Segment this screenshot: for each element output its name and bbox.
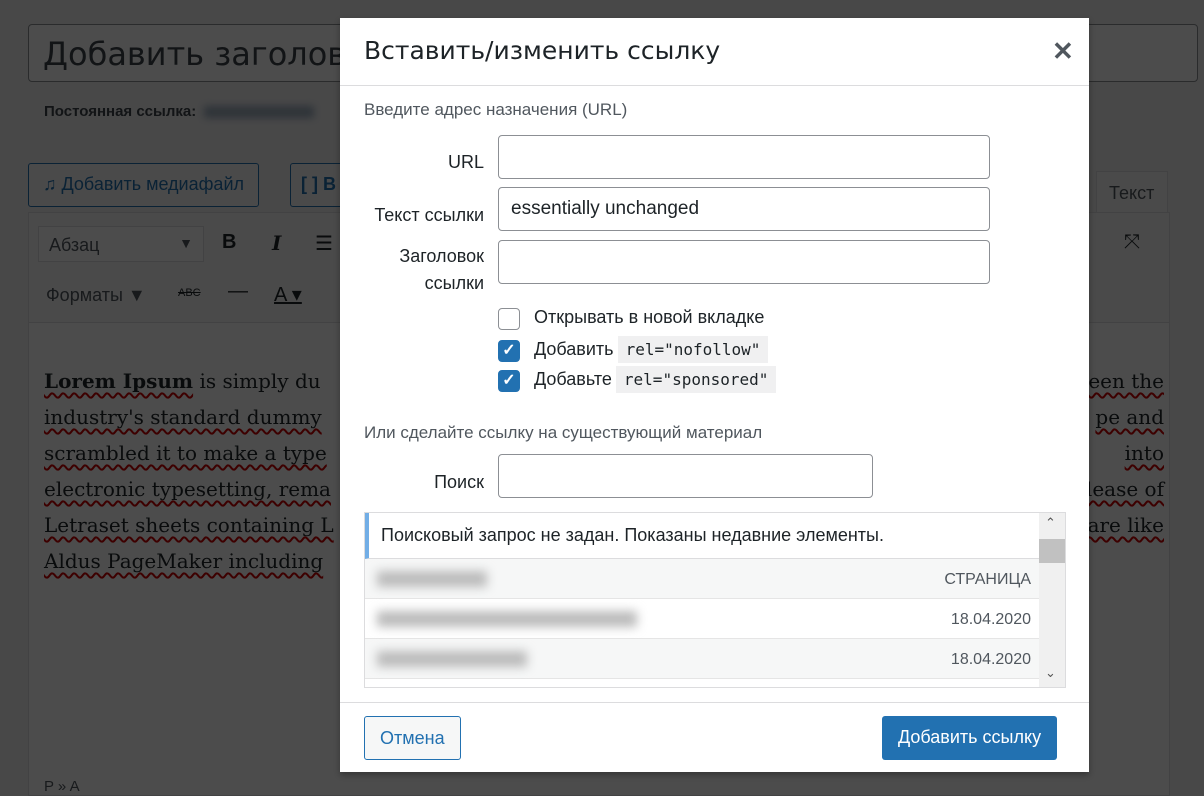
search-label: Поиск [434, 472, 484, 492]
format-select-value: Абзац [49, 235, 100, 255]
results-notice: Поисковый запрос не задан. Показаны неда… [365, 513, 1039, 559]
strikethrough-icon[interactable]: ABC [178, 287, 201, 299]
horizontal-line-icon[interactable]: — [228, 280, 248, 303]
add-media-button[interactable]: ♫ Добавить медиафайл [28, 163, 260, 207]
link-dialog: Вставить/изменить ссылку ✕ Введите адрес… [340, 18, 1089, 772]
permalink: Постоянная ссылка: [44, 103, 315, 120]
content-line: Letraset sheets containing L [44, 513, 334, 537]
new-tab-label: Открывать в новой вкладке [534, 307, 765, 327]
link-title-label: Заголовок ссылки [364, 243, 484, 297]
formats-menu[interactable]: Форматы ▼ [46, 285, 146, 306]
dialog-header: Вставить/изменить ссылку ✕ [340, 18, 1089, 86]
content-line: Aldus PageMaker including [44, 549, 324, 573]
content-bold: Lorem Ipsum [44, 369, 194, 393]
close-icon[interactable]: ✕ [1052, 36, 1074, 67]
add-link-button[interactable]: Добавить ссылку [882, 716, 1058, 760]
tab-text[interactable]: Текст [1096, 171, 1168, 213]
link-text-input[interactable]: essentially unchanged [498, 187, 990, 231]
cancel-button[interactable]: Отмена [364, 716, 461, 760]
sponsored-code: rel="sponsored" [615, 366, 777, 393]
italic-button[interactable]: I [272, 231, 281, 255]
result-title-blurred [377, 651, 527, 667]
element-path: P » A [44, 778, 80, 795]
nofollow-code: rel="nofollow" [617, 336, 769, 363]
content-line: industry's standard dummy [44, 405, 322, 429]
result-item[interactable]: СТРАНИЦА [365, 559, 1039, 599]
scroll-up-icon[interactable]: ⌃ [1045, 515, 1056, 531]
existing-section-heading: Или сделайте ссылку на существующий мате… [364, 423, 763, 442]
search-input[interactable] [498, 454, 873, 498]
nofollow-text: Добавить [534, 339, 614, 359]
chevron-down-icon: ▼ [179, 235, 193, 251]
result-item[interactable]: 18.04.2020 [365, 599, 1039, 639]
scrollbar-thumb[interactable] [1039, 539, 1065, 563]
sponsored-text: Добавьте [534, 369, 612, 389]
content-line: electronic typesetting, rema [44, 477, 331, 501]
dialog-footer: Отмена Добавить ссылку [340, 702, 1089, 772]
nofollow-label: Добавить rel="nofollow" [534, 336, 769, 363]
sponsored-checkbox[interactable]: ✓ [498, 370, 520, 392]
sponsored-label: Добавьте rel="sponsored" [534, 366, 777, 393]
new-tab-checkbox[interactable] [498, 308, 520, 330]
media-icon: ♫ [43, 174, 62, 194]
dialog-title: Вставить/изменить ссылку [364, 36, 721, 65]
result-title-blurred [377, 571, 487, 587]
url-label: URL [447, 152, 484, 172]
content-line: is simply du [193, 369, 321, 393]
insert-button-label: В [323, 174, 336, 194]
text-color-icon[interactable]: A ▾ [274, 282, 302, 307]
content-line: scrambled it to make a type [44, 441, 327, 465]
result-meta: 18.04.2020 [950, 611, 1031, 628]
result-meta: СТРАНИЦА [944, 571, 1031, 588]
bullet-list-icon[interactable]: ☰ [315, 231, 333, 256]
fullscreen-icon[interactable]: ⤧ [1124, 231, 1140, 254]
permalink-url-blurred[interactable] [204, 106, 315, 119]
link-title-input[interactable] [498, 240, 990, 284]
editor-content-left[interactable]: Lorem Ipsum is simply du industry's stan… [44, 363, 334, 579]
link-title-label-line: Заголовок [399, 246, 484, 266]
scroll-down-icon[interactable]: ⌄ [1045, 665, 1056, 681]
result-meta: 18.04.2020 [950, 651, 1031, 668]
add-media-label: Добавить медиафайл [61, 174, 245, 194]
link-title-label-line: ссылки [424, 273, 484, 293]
bold-button[interactable]: B [222, 231, 236, 254]
result-item[interactable]: 18.04.2020 [365, 639, 1039, 679]
nofollow-checkbox[interactable]: ✓ [498, 340, 520, 362]
format-select[interactable]: Абзац ▼ [38, 226, 204, 262]
results-scrollbar[interactable]: ⌃ ⌄ [1039, 513, 1065, 687]
link-text-label: Текст ссылки [374, 205, 484, 225]
url-section-heading: Введите адрес назначения (URL) [364, 100, 628, 119]
permalink-label: Постоянная ссылка: [44, 103, 197, 120]
search-results: Поисковый запрос не задан. Показаны неда… [364, 512, 1066, 688]
url-input[interactable] [498, 135, 990, 179]
result-title-blurred [377, 611, 637, 627]
